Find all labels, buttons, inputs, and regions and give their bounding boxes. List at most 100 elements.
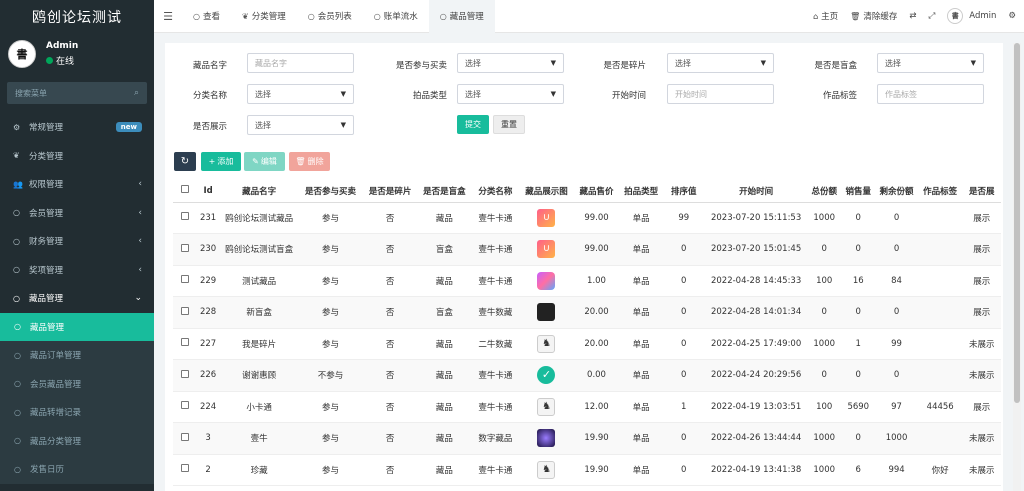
column-header[interactable]: 剩余份额 [875,180,918,203]
sidebar-item-6[interactable]: ○ 藏品管理 ⌄ [0,284,154,313]
cell-show[interactable]: 展示 [962,202,1001,234]
app-title[interactable]: 鸥创论坛测试 [0,0,154,33]
add-button[interactable]: + 添加 [201,152,241,171]
sidebar-subitem-1[interactable]: ○ 藏品订单管理 [0,341,154,370]
cell-thumb[interactable]: ∪ [519,233,574,266]
column-header[interactable]: 藏品售价 [573,180,620,203]
settings-gear-icon[interactable]: ⚙ [1008,11,1016,21]
table-row[interactable]: 224 小卡通 参与否藏品 壹牛卡通 ♞ 12.00 单品 1 2022-04-19 13:03… [173,391,1001,423]
cell-buysell[interactable]: 参与 [298,233,363,266]
sidebar-item-3[interactable]: ○ 会员管理 ‹ [0,199,154,228]
column-header[interactable]: 分类名称 [470,180,520,203]
row-checkbox[interactable] [173,202,197,234]
show-select[interactable]: 选择 ▼ [247,115,354,135]
column-header[interactable]: 排序值 [662,180,706,203]
column-header[interactable]: 拍品类型 [619,180,663,203]
cell-thumb[interactable] [519,265,574,297]
column-header[interactable]: Id [196,180,220,203]
table-row[interactable]: 231 鸥创论坛测试藏品 参与否藏品 壹牛卡通 ∪ 99.00 单品 99 2023-07-20… [173,202,1001,234]
column-header[interactable]: 是否是盲盒 [417,180,471,203]
sidebar-subitem-5[interactable]: ○ 发售日历 [0,455,154,484]
column-header[interactable]: 是否展 [962,180,1001,203]
cell-show[interactable]: 展示 [962,296,1001,329]
cell-buysell[interactable]: 参与 [298,328,363,360]
tab-1[interactable]: ❦ 分类管理 [231,0,297,33]
column-header[interactable]: 藏品展示图 [519,180,574,203]
cell-thumb[interactable]: ♞ [519,391,574,423]
blindbox-select[interactable]: 选择 ▼ [877,53,984,73]
cell-thumb[interactable]: ♞ [519,454,574,486]
table-row[interactable]: 2 珍藏 参与否藏品 壹牛卡通 ♞ 19.90 单品 0 2022-04-19 13:41:38… [173,454,1001,486]
cell-thumb[interactable]: ∪ [519,202,574,234]
reset-button[interactable]: 重置 [493,115,525,134]
column-header[interactable]: 作品标签 [917,180,963,203]
scrollbar[interactable] [1013,43,1021,491]
row-checkbox[interactable] [173,422,197,455]
fullscreen-icon[interactable]: ⤢ [928,11,935,21]
row-checkbox[interactable] [173,391,197,423]
table-row[interactable]: 226 谢谢惠顾 不参与否藏品 壹牛卡通 ✓ 0.00 单品 0 2022-04-24 20:2… [173,359,1001,392]
cell-show[interactable]: 展示 [962,233,1001,266]
column-header[interactable]: 开始时间 [705,180,808,203]
menu-toggle-icon[interactable]: ☰ [154,10,182,23]
table-row[interactable]: 227 我是碎片 参与否藏品 二牛数藏 ♞ 20.00 单品 0 2022-04-25 17:4… [173,328,1001,360]
search-input[interactable] [15,88,115,98]
cell-blindbox[interactable]: 盲盒 [417,233,471,266]
tab-2[interactable]: ○ 会员列表 [297,0,363,33]
cell-thumb[interactable] [519,296,574,329]
column-header[interactable]: 总份额 [807,180,842,203]
select-all-checkbox[interactable] [173,180,197,203]
row-checkbox[interactable] [173,454,197,486]
buysell-select[interactable]: 选择 ▼ [457,53,564,73]
column-header[interactable]: 藏品名字 [219,180,299,203]
edit-button[interactable]: ✎ 编辑 [244,152,285,171]
table-row[interactable]: 3 壹牛 参与否藏品 数字藏品 19.90 单品 0 2022-04-26 13:44:44 1… [173,422,1001,455]
sidebar-item-0[interactable]: ⚙ 常规管理 new [0,113,154,142]
sidebar-subitem-4[interactable]: ○ 藏品分类管理 [0,426,154,455]
clear-cache-button[interactable]: 🗑 清除缓存 [850,10,897,23]
start-time-input[interactable]: 开始时间 [667,84,774,104]
cell-buysell[interactable]: 参与 [298,391,363,423]
cell-buysell[interactable]: 参与 [298,422,363,455]
cell-thumb[interactable] [519,422,574,455]
sidebar-subitem-2[interactable]: ○ 会员藏品管理 [0,369,154,398]
cell-buysell[interactable]: 参与 [298,202,363,234]
sidebar-item-4[interactable]: ○ 财务管理 ‹ [0,227,154,256]
cell-show[interactable]: 展示 [962,265,1001,297]
row-checkbox[interactable] [173,265,197,297]
column-header[interactable]: 是否是碎片 [362,180,418,203]
cell-thumb[interactable]: ✓ [519,359,574,392]
column-header[interactable]: 销售量 [841,180,876,203]
search-icon[interactable]: ⌕ [134,88,139,98]
submit-button[interactable]: 提交 [457,115,489,134]
sidebar-subitem-0[interactable]: ○ 藏品管理 [0,312,154,341]
translate-icon[interactable]: ⇄ [909,11,916,21]
sidebar-item-5[interactable]: ○ 奖项管理 ‹ [0,256,154,285]
tag-input[interactable]: 作品标签 [877,84,984,104]
cell-blindbox[interactable]: 盲盒 [417,296,471,329]
delete-button[interactable]: 🗑 删除 [289,152,330,171]
row-checkbox[interactable] [173,328,197,360]
refresh-button[interactable]: ↻ [174,152,196,171]
row-checkbox[interactable] [173,233,197,266]
tab-4[interactable]: ○ 藏品管理 [428,0,495,33]
auction-type-select[interactable]: 选择 ▼ [457,84,564,104]
fragment-select[interactable]: 选择 ▼ [667,53,774,73]
cell-buysell[interactable]: 参与 [298,296,363,329]
table-row[interactable]: 228 新盲盒 参与否盲盒 壹牛数藏 20.00 单品 0 2022-04-28 14:01:… [173,296,1001,329]
cell-buysell[interactable]: 参与 [298,265,363,297]
tab-0[interactable]: ○ 查看 [182,0,231,33]
category-select[interactable]: 选择 ▼ [247,84,354,104]
cell-buysell[interactable]: 参与 [298,454,363,486]
table-row[interactable]: 230 鸥创论坛测试盲盒 参与否盲盒 壹牛卡通 ∪ 99.00 单品 0 2023-07-20 … [173,233,1001,266]
admin-menu[interactable]: 書 Admin [947,8,996,24]
cell-thumb[interactable]: ♞ [519,328,574,360]
sidebar-subitem-3[interactable]: ○ 藏品转增记录 [0,398,154,427]
sidebar-item-1[interactable]: ❦ 分类管理 [0,142,154,171]
sidebar-item-2[interactable]: 👥 权限管理 ‹ [0,170,154,199]
column-header[interactable]: 是否参与买卖 [298,180,363,203]
cell-show[interactable]: 展示 [962,391,1001,423]
row-checkbox[interactable] [173,296,197,329]
name-input[interactable]: 藏品名字 [247,53,354,73]
tab-3[interactable]: ○ 账单流水 [363,0,429,33]
